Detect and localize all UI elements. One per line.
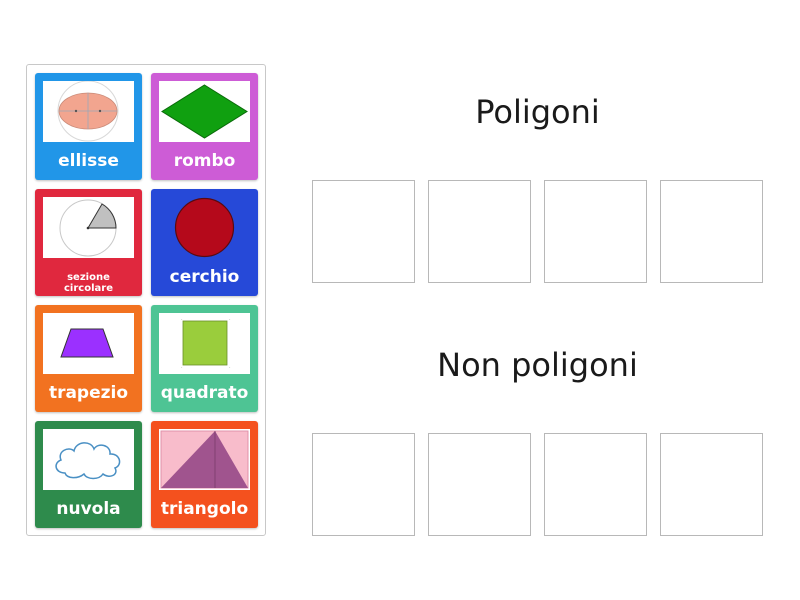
card-label: ellisse bbox=[58, 150, 119, 171]
drop-slot-non-poligoni-2[interactable] bbox=[428, 433, 531, 536]
circle-icon bbox=[159, 197, 250, 258]
drop-slot-non-poligoni-3[interactable] bbox=[544, 433, 647, 536]
card-triangolo[interactable]: triangolo bbox=[151, 421, 258, 528]
card-sezione-circolare[interactable]: sezione circolare bbox=[35, 189, 142, 296]
svg-text:·: · bbox=[229, 365, 231, 371]
card-label: nuvola bbox=[56, 498, 121, 519]
group-sort-activity: ellisse rombo sezione circolare cerchio … bbox=[0, 0, 800, 600]
group-title-poligoni: Poligoni bbox=[475, 93, 600, 131]
card-label: sezione circolare bbox=[64, 271, 113, 295]
drop-slot-non-poligoni-4[interactable] bbox=[660, 433, 763, 536]
cloud-icon bbox=[43, 429, 134, 490]
card-label: trapezio bbox=[48, 382, 129, 403]
card-label: cerchio bbox=[169, 266, 240, 287]
card-cerchio[interactable]: cerchio bbox=[151, 189, 258, 296]
drop-slot-non-poligoni-1[interactable] bbox=[312, 433, 415, 536]
card-quadrato[interactable]: · · · · quadrato bbox=[151, 305, 258, 412]
triangle-icon bbox=[159, 429, 250, 490]
card-label: quadrato bbox=[160, 382, 249, 403]
drop-slot-poligoni-3[interactable] bbox=[544, 180, 647, 283]
card-tray: ellisse rombo sezione circolare cerchio … bbox=[26, 64, 266, 536]
drop-slot-poligoni-2[interactable] bbox=[428, 180, 531, 283]
card-label: triangolo bbox=[160, 498, 249, 519]
rhombus-icon bbox=[159, 81, 250, 142]
circular-sector-icon bbox=[43, 197, 134, 258]
drop-slot-poligoni-4[interactable] bbox=[660, 180, 763, 283]
ellipse-icon bbox=[43, 81, 134, 142]
card-nuvola[interactable]: nuvola bbox=[35, 421, 142, 528]
svg-text:·: · bbox=[181, 365, 183, 371]
card-trapezio[interactable]: trapezio bbox=[35, 305, 142, 412]
card-rombo[interactable]: rombo bbox=[151, 73, 258, 180]
drop-slot-poligoni-1[interactable] bbox=[312, 180, 415, 283]
card-label: rombo bbox=[173, 150, 236, 171]
trapezoid-icon bbox=[43, 313, 134, 374]
square-icon: · · · · bbox=[159, 313, 250, 374]
svg-text:·: · bbox=[229, 317, 231, 323]
card-ellisse[interactable]: ellisse bbox=[35, 73, 142, 180]
group-title-non-poligoni: Non poligoni bbox=[437, 346, 638, 384]
